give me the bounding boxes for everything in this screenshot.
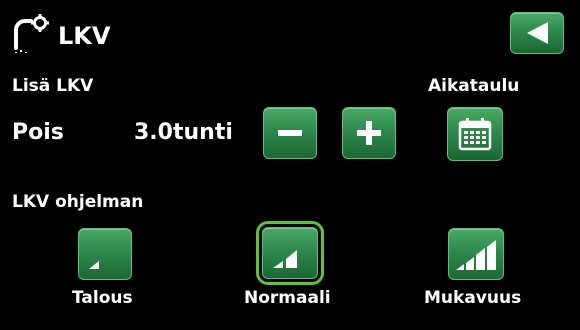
page-title: LKV [58, 22, 111, 50]
program-option-label: Normaali [244, 288, 331, 308]
program-option-mukavuus[interactable] [448, 228, 504, 280]
schedule-label: Aikataulu [428, 76, 520, 96]
back-arrow-icon [527, 22, 548, 44]
program-label: LKV ohjelman [12, 192, 144, 212]
minus-icon [278, 130, 302, 136]
extra-hot-water-duration: 3.0tunti [134, 120, 233, 145]
level-3-bars-icon [456, 240, 496, 270]
program-option-label: Talous [72, 288, 133, 308]
level-2-bars-icon [273, 250, 297, 268]
decrease-button[interactable] [263, 107, 317, 159]
back-button[interactable] [510, 12, 564, 54]
lkv-screen: LKV Lisä LKV Pois 3.0tunti Aikataulu LKV… [4, 4, 576, 326]
program-option-normaali[interactable] [256, 221, 324, 285]
increase-button[interactable] [342, 107, 396, 159]
extra-hot-water-state: Pois [12, 120, 64, 145]
schedule-button[interactable] [447, 107, 503, 161]
calendar-icon [458, 118, 492, 151]
level-1-bars-icon [89, 261, 99, 269]
program-option-label: Mukavuus [424, 288, 522, 308]
tap-gear-icon [10, 14, 50, 54]
plus-icon [357, 121, 381, 145]
program-option-talous[interactable] [78, 228, 132, 280]
extra-hot-water-label: Lisä LKV [12, 76, 94, 96]
